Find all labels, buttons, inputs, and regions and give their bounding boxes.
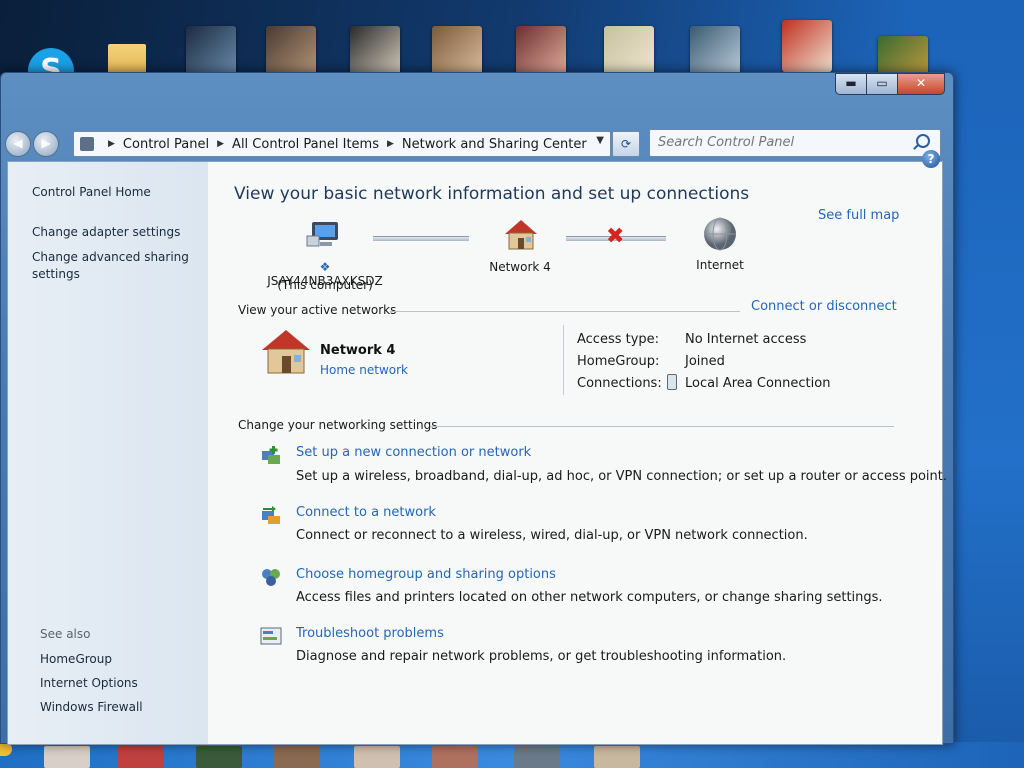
chevron-down-icon[interactable]: ▼ (596, 135, 604, 146)
network-sharing-center-window: ▬ ▭ ✕ ◀ ▶ ▶ Control Panel ▶ All Control … (0, 72, 954, 745)
desktop-photo-icon[interactable] (432, 26, 482, 78)
change-settings-heading: Change your networking settings (238, 418, 438, 432)
task-homegroup-desc: Access files and printers located on oth… (296, 590, 883, 605)
this-computer-label: (This computer) (277, 278, 373, 292)
refresh-button[interactable]: ⟳ (612, 131, 640, 157)
see-full-map-link[interactable]: See full map (818, 208, 899, 223)
homegroup-icon (262, 569, 280, 586)
address-bar[interactable]: ▶ Control Panel ▶ All Control Panel Item… (73, 131, 611, 157)
access-type-label: Access type: (577, 332, 660, 347)
breadcrumb-control-panel[interactable]: Control Panel (123, 137, 209, 152)
sidebar-item-control-panel-home[interactable]: Control Panel Home (32, 184, 151, 201)
desktop-photo-icon[interactable] (354, 746, 400, 768)
desktop-photo-icon[interactable] (44, 746, 90, 768)
page-title: View your basic network information and … (234, 184, 750, 204)
task-setup-connection-desc: Set up a wireless, broadband, dial-up, a… (296, 469, 948, 484)
desktop-photo-icon[interactable] (604, 26, 654, 78)
task-connect-network-desc: Connect or reconnect to a wireless, wire… (296, 528, 808, 543)
search-box[interactable] (649, 129, 941, 157)
search-icon[interactable] (916, 134, 930, 148)
desktop-photo-icon[interactable] (432, 746, 478, 768)
forward-button[interactable]: ▶ (33, 131, 59, 157)
control-panel-icon (80, 137, 94, 151)
house-icon[interactable] (503, 218, 539, 252)
caption-buttons: ▬ ▭ ✕ (835, 73, 945, 95)
task-troubleshoot-desc: Diagnose and repair network problems, or… (296, 649, 787, 664)
maximize-button[interactable]: ▭ (866, 73, 898, 95)
see-also-internet-options[interactable]: Internet Options (40, 676, 138, 690)
computer-icon[interactable] (306, 220, 342, 252)
see-also-heading: See also (40, 627, 91, 641)
map-link-computer-network (373, 236, 469, 241)
desktop-photo-icon[interactable] (514, 746, 560, 768)
desktop-photo-icon[interactable] (594, 746, 640, 768)
homegroup-joined-link[interactable]: Joined (685, 354, 725, 369)
network-adapter-icon: ❖ (319, 260, 331, 274)
local-area-connection-link[interactable]: Local Area Connection (685, 376, 830, 391)
see-also-homegroup[interactable]: HomeGroup (40, 652, 112, 666)
back-button[interactable]: ◀ (5, 131, 31, 157)
breadcrumb-network-sharing[interactable]: Network and Sharing Center (402, 137, 587, 152)
desktop-photo-icon[interactable] (186, 26, 236, 78)
map-network-label: Network 4 (489, 260, 551, 274)
chevron-right-icon[interactable]: ▶ (217, 139, 224, 149)
desktop-photo-icon[interactable] (274, 746, 320, 768)
desktop-photo-icon[interactable] (690, 26, 740, 78)
homegroup-label: HomeGroup: (577, 354, 660, 369)
task-connect-network-link[interactable]: Connect to a network (296, 505, 436, 520)
task-setup-connection-link[interactable]: Set up a new connection or network (296, 445, 531, 460)
connect-network-icon (262, 506, 280, 524)
home-network-link[interactable]: Home network (320, 363, 408, 377)
sidebar-item-advanced-sharing[interactable]: Change advanced sharing settings (32, 249, 192, 283)
connections-label: Connections: (577, 376, 662, 391)
divider (390, 311, 740, 312)
active-networks-heading: View your active networks (238, 303, 397, 317)
desktop-photo-icon[interactable] (516, 26, 566, 78)
desktop-photo-icon[interactable] (196, 746, 242, 768)
sidebar: Control Panel Home Change adapter settin… (8, 162, 208, 744)
new-connection-icon (262, 446, 280, 464)
divider (563, 325, 564, 395)
home-network-house-icon (262, 330, 310, 374)
minimize-button[interactable]: ▬ (835, 73, 867, 95)
close-button[interactable]: ✕ (897, 73, 945, 95)
search-input[interactable] (650, 130, 916, 154)
broken-link-x-icon: ✖ (606, 224, 625, 249)
task-troubleshoot-link[interactable]: Troubleshoot problems (296, 626, 444, 641)
connect-or-disconnect-link[interactable]: Connect or disconnect (751, 299, 897, 314)
divider (430, 426, 894, 427)
content-area: ? Control Panel Home Change adapter sett… (7, 150, 947, 745)
chevron-right-icon[interactable]: ▶ (387, 139, 394, 149)
active-network-name: Network 4 (320, 343, 396, 358)
ethernet-plug-icon (667, 374, 677, 390)
main-panel: View your basic network information and … (208, 162, 947, 744)
desktop-photo-icon[interactable] (350, 26, 400, 78)
see-also-windows-firewall[interactable]: Windows Firewall (40, 700, 143, 714)
desktop-photo-icon[interactable] (118, 746, 164, 768)
sidebar-item-change-adapter[interactable]: Change adapter settings (32, 224, 180, 241)
chevron-right-icon[interactable]: ▶ (108, 139, 115, 149)
breadcrumb-all-items[interactable]: All Control Panel Items (232, 137, 379, 152)
desktop-photo-icon[interactable] (266, 26, 316, 78)
navigation-bar: ◀ ▶ ▶ Control Panel ▶ All Control Panel … (1, 125, 953, 161)
task-homegroup-link[interactable]: Choose homegroup and sharing options (296, 567, 556, 582)
desktop-photo-icon[interactable] (782, 20, 832, 72)
map-internet-label: Internet (696, 258, 744, 272)
globe-icon[interactable] (702, 216, 738, 252)
access-type-value: No Internet access (685, 332, 807, 347)
troubleshoot-icon (260, 627, 282, 645)
